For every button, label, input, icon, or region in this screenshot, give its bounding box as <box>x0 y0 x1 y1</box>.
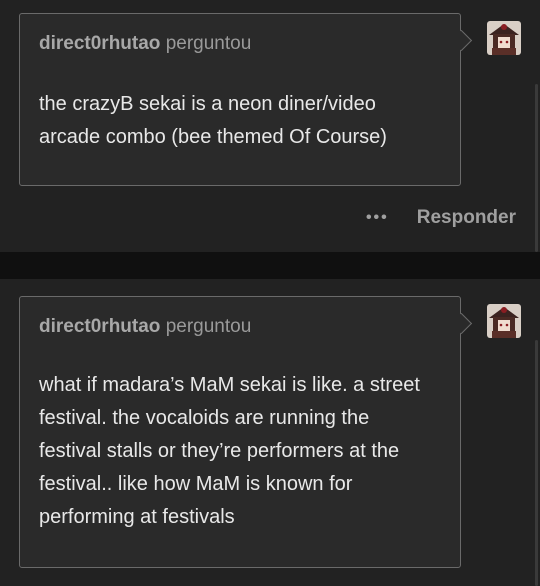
ask-post-2: direct0rhutao perguntou what if madara’s… <box>0 279 540 586</box>
post-actions: ••• Responder <box>366 207 516 229</box>
asker-line: direct0rhutao perguntou <box>39 316 251 338</box>
question-bubble: direct0rhutao perguntou what if madara’s… <box>19 296 461 568</box>
more-dots-icon[interactable]: ••• <box>366 209 389 227</box>
reply-button[interactable]: Responder <box>417 207 516 229</box>
avatar-image-icon <box>487 21 521 55</box>
asked-verb: perguntou <box>165 33 252 54</box>
question-bubble: direct0rhutao perguntou the crazyB sekai… <box>19 13 461 186</box>
asker-name-link[interactable]: direct0rhutao <box>39 316 160 337</box>
avatar-image-icon <box>487 304 521 338</box>
asker-line: direct0rhutao perguntou <box>39 33 251 55</box>
scrollbar-track[interactable] <box>535 84 538 252</box>
scrollbar-track[interactable] <box>535 340 538 586</box>
asked-verb: perguntou <box>165 316 252 337</box>
question-text: what if madara’s MaM sekai is like. a st… <box>39 374 420 528</box>
asker-name-link[interactable]: direct0rhutao <box>39 33 160 54</box>
ask-post-1: direct0rhutao perguntou the crazyB sekai… <box>0 0 540 252</box>
asker-avatar[interactable] <box>487 21 521 55</box>
question-text: the crazyB sekai is a neon diner/video a… <box>39 93 387 148</box>
asker-avatar[interactable] <box>487 304 521 338</box>
